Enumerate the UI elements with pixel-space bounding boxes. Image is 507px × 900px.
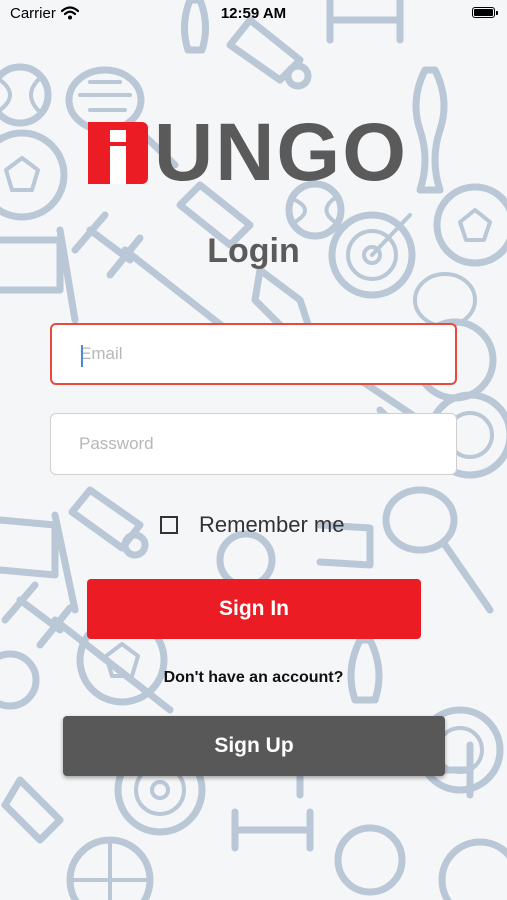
logo-mark-icon	[88, 122, 148, 184]
basketball-icon	[438, 838, 507, 900]
logo-text: UNGO	[154, 107, 408, 198]
remember-me-row[interactable]: Remember me	[160, 510, 344, 540]
tennis-ball-icon	[334, 824, 406, 896]
text-caret	[81, 345, 83, 367]
status-bar: Carrier 12:59 AM	[0, 0, 507, 28]
shuttlecock-icon	[1, 776, 64, 844]
remember-me-checkbox[interactable]	[160, 516, 178, 534]
bowling-pin-icon	[412, 66, 448, 194]
no-account-text: Don't have an account?	[163, 669, 344, 686]
soccer-ball-icon	[0, 129, 68, 221]
basketball-icon	[66, 836, 154, 900]
dumbbell-icon	[231, 808, 314, 852]
racket-icon	[413, 272, 477, 328]
password-field[interactable]	[51, 414, 456, 474]
status-time: 12:59 AM	[220, 5, 287, 22]
flag-icon	[0, 511, 79, 614]
shuttlecock-icon	[68, 486, 149, 559]
tennis-ball-icon	[0, 63, 52, 127]
sign-up-button[interactable]: Sign Up	[63, 716, 445, 776]
battery-icon	[472, 7, 498, 18]
remember-me-label[interactable]: Remember me	[199, 512, 344, 538]
shuttlecock-icon	[226, 16, 312, 90]
email-field[interactable]	[52, 325, 455, 383]
password-field-container[interactable]	[50, 413, 457, 475]
sign-in-button[interactable]: Sign In	[87, 579, 421, 639]
page-title: Login	[207, 232, 300, 270]
email-field-container[interactable]	[50, 323, 457, 385]
